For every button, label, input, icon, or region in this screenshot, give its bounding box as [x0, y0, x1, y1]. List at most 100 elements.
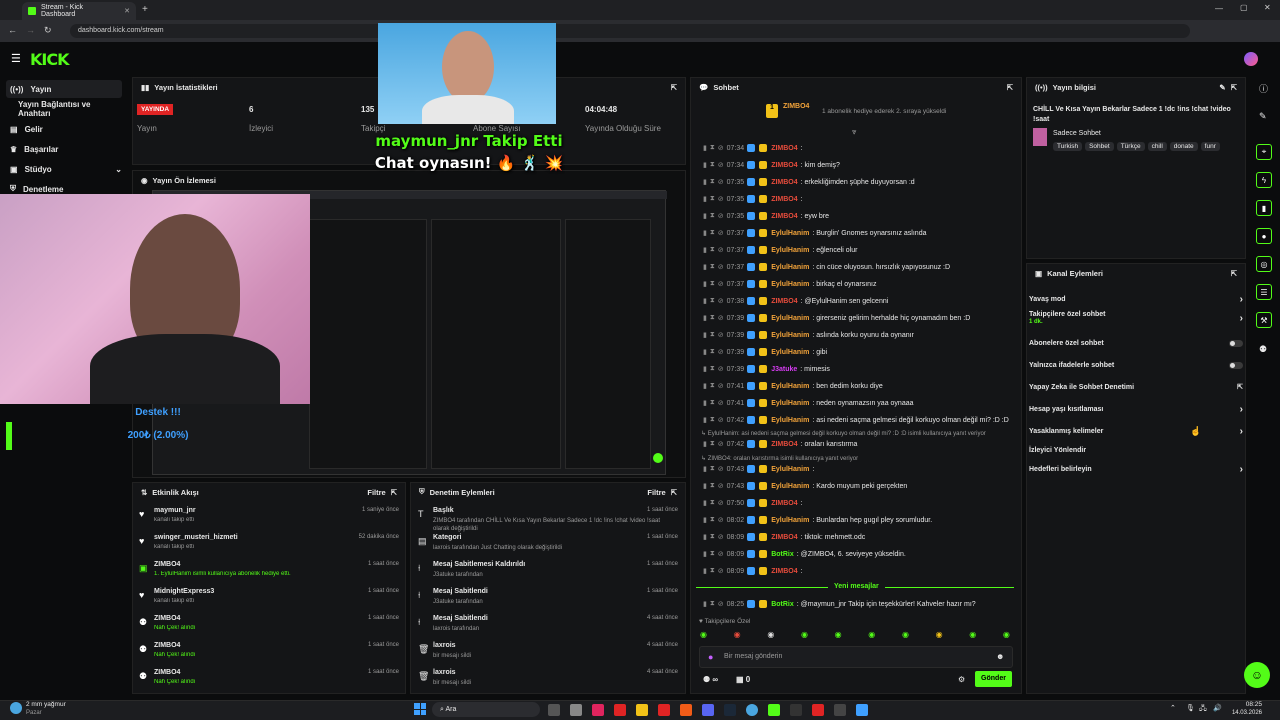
chat-message[interactable]: ▮ ⧗ ⊘ 07:35 ZIMBO4: erkekliğimden şüphe duyu…	[703, 176, 915, 188]
flash-icon[interactable]: ϟ	[1256, 172, 1272, 188]
minimize-icon[interactable]: —	[1215, 4, 1223, 13]
broadcast-icon[interactable]: ◎	[1256, 256, 1272, 272]
chat-message[interactable]: ▮ ⧗ ⊘ 07:42 ZIMBO4: oraları karıstırma	[703, 438, 857, 450]
pin-icon[interactable]: ▮	[703, 440, 707, 448]
pin-icon[interactable]: ▮	[703, 567, 707, 575]
channel-action-item[interactable]: Hesap yaşı kısıtlaması ›	[1029, 402, 1243, 416]
chat-message[interactable]: ▮ ⧗ ⊘ 07:43 EylulHanim: Kardo muyum peki ger…	[703, 480, 907, 492]
ban-icon[interactable]: ⊘	[718, 280, 724, 288]
chevron-down-icon[interactable]: ⩔	[852, 127, 857, 137]
channel-action-item[interactable]: Hedefleri belirleyin ›	[1029, 462, 1243, 476]
activity-item[interactable]: ♥ maymun_jnr kanalı takip etti 1 saniye önc…	[137, 505, 403, 529]
chat-username[interactable]: ZIMBO4	[771, 213, 797, 220]
popout-icon[interactable]: ⇱	[1231, 83, 1237, 92]
popout-icon[interactable]: ⇱	[391, 488, 397, 497]
app-icon[interactable]	[812, 704, 824, 716]
tag[interactable]: Sohbet	[1085, 142, 1114, 151]
filter-button[interactable]: Filtre	[367, 488, 385, 497]
bag-count[interactable]: ▦ 0	[736, 675, 750, 684]
mod-log-item[interactable]: ⍿ Mesaj Sabitlendi laxrois tarafından 4 saa…	[416, 613, 682, 637]
emote-icon[interactable]: ◉	[767, 630, 774, 642]
channel-action-item[interactable]: Yalnızca ifadelerle sohbet	[1029, 358, 1243, 372]
emote-icon[interactable]: ◉	[835, 630, 842, 642]
forward-icon[interactable]: →	[26, 25, 35, 35]
emote-icon[interactable]: ◉	[969, 630, 976, 642]
taskbar-search[interactable]: ⌕ Ara	[432, 702, 540, 717]
epic-icon[interactable]	[790, 704, 802, 716]
chat-username[interactable]: EylulHanim	[771, 483, 809, 490]
pin-icon[interactable]: ▮	[703, 600, 707, 608]
chat-username[interactable]: ZIMBO4	[771, 162, 797, 169]
chat-input[interactable]: ● Bir mesaj gönderin ☻	[699, 646, 1013, 668]
weather-text[interactable]: 2 mm yağmur	[26, 701, 66, 708]
activity-item[interactable]: ⚉ ZIMBO4 Nah Çek! alındı 1 saat önce	[137, 640, 403, 664]
pin-icon[interactable]: ▮	[703, 331, 707, 339]
tag[interactable]: chill	[1147, 142, 1167, 151]
tray-chevron-icon[interactable]: ⌃	[1170, 704, 1176, 712]
sidebar-item-basarilar[interactable]: ♛ Başarılar	[6, 140, 122, 158]
sidebar-item-gelir[interactable]: ▤ Gelir	[6, 120, 122, 138]
chat-message[interactable]: ▮ ⧗ ⊘ 08:09 ZIMBO4:	[703, 565, 803, 577]
timeout-icon[interactable]: ⧗	[710, 161, 715, 169]
send-button[interactable]: Gönder	[975, 671, 1012, 687]
chat-username[interactable]: ZIMBO4	[771, 196, 797, 203]
emoji-icon[interactable]: ☻	[996, 652, 1004, 661]
url-field[interactable]: dashboard.kick.com/stream	[70, 24, 1190, 38]
channel-action-item[interactable]: Yapay Zeka ile Sohbet Denetimi ⇱	[1029, 380, 1243, 394]
chat-message[interactable]: ▮ ⧗ ⊘ 07:37 EylulHanim: Burglin' Gnomes oyna…	[703, 227, 926, 239]
chat-username[interactable]: BotRix	[771, 551, 794, 558]
pin-icon[interactable]: ▮	[703, 365, 707, 373]
ban-icon[interactable]: ⊘	[718, 399, 724, 407]
pin-icon[interactable]: ▮	[703, 144, 707, 152]
pin-icon[interactable]: ▮	[703, 348, 707, 356]
ban-icon[interactable]: ⊘	[718, 440, 724, 448]
mod-log-item[interactable]: 🗑 laxrois bir mesajı sildi 4 saat önce	[416, 640, 682, 664]
mod-log-item[interactable]: 🗑 laxrois bir mesajı sildi 4 saat önce	[416, 667, 682, 691]
microphone-icon[interactable]: 🎙	[1186, 704, 1195, 712]
youtube-icon[interactable]	[658, 704, 670, 716]
pin-icon[interactable]: ▮	[703, 399, 707, 407]
activity-user[interactable]: ZIMBO4	[154, 642, 180, 649]
chat-message[interactable]: ▮ ⧗ ⊘ 07:42 EylulHanim: asi nedeni saçma gel…	[703, 414, 1009, 426]
chat-username[interactable]: EylulHanim	[771, 417, 809, 424]
channel-action-item[interactable]: İzleyici Yönlendir	[1029, 443, 1243, 457]
timeout-icon[interactable]: ⧗	[710, 533, 715, 541]
timeout-icon[interactable]: ⧗	[710, 229, 715, 237]
timeout-icon[interactable]: ⧗	[710, 465, 715, 473]
chat-username[interactable]: ZIMBO4	[771, 145, 797, 152]
clock-time[interactable]: 08:25	[1234, 701, 1262, 708]
chat-message[interactable]: ▮ ⧗ ⊘ 07:43 EylulHanim:	[703, 463, 814, 475]
chat-username[interactable]: ZIMBO4	[771, 179, 797, 186]
ban-icon[interactable]: ⊘	[718, 246, 724, 254]
ban-icon[interactable]: ⊘	[718, 382, 724, 390]
app-icon[interactable]	[768, 704, 780, 716]
activity-item[interactable]: ⚉ ZIMBO4 Nah Çek! alındı 1 saat önce	[137, 613, 403, 637]
chat-message[interactable]: ▮ ⧗ ⊘ 07:39 J3atuke: mimesis	[703, 363, 830, 375]
ban-icon[interactable]: ⊘	[718, 348, 724, 356]
chat-username[interactable]: EylulHanim	[771, 400, 809, 407]
activity-user[interactable]: maymun_jnr	[154, 507, 196, 514]
channel-action-item[interactable]: Yasaklanmış kelimeler ›	[1029, 424, 1243, 438]
layout-icon[interactable]: ☰	[1256, 284, 1272, 300]
channel-action-item[interactable]: Takipçilere özel sohbet 1 dk. ›	[1029, 311, 1243, 325]
activity-item[interactable]: ▣ ZIMBO4 1. EylulHanim isimli kullanıcıya …	[137, 559, 403, 583]
activity-item[interactable]: ♥ MidnightExpress3 kanalı takip etti 1 saat…	[137, 586, 403, 610]
emote-icon[interactable]: ◉	[734, 630, 741, 642]
info-icon[interactable]: ⓘ	[1259, 82, 1268, 95]
timeout-icon[interactable]: ⧗	[710, 246, 715, 254]
help-fab-icon[interactable]: ☺	[1244, 662, 1270, 688]
chat-username[interactable]: EylulHanim	[771, 281, 809, 288]
timeout-icon[interactable]: ⧗	[710, 178, 715, 186]
popout-icon[interactable]: ⇱	[671, 83, 677, 92]
activity-user[interactable]: ZIMBO4	[154, 669, 180, 676]
pin-icon[interactable]: ▮	[703, 314, 707, 322]
timeout-icon[interactable]: ⧗	[710, 144, 715, 152]
ban-icon[interactable]: ⊘	[718, 365, 724, 373]
chat-username[interactable]: J3atuke	[771, 366, 797, 373]
raid-icon[interactable]: ⌖	[1256, 144, 1272, 160]
timeout-icon[interactable]: ⧗	[710, 600, 715, 608]
timeout-icon[interactable]: ⧗	[710, 416, 715, 424]
chat-message[interactable]: ▮ ⧗ ⊘ 08:02 EylulHanim: Bunlardan hep gugıl …	[703, 514, 932, 526]
ban-icon[interactable]: ⊘	[718, 195, 724, 203]
emote-icon[interactable]: ◉	[868, 630, 875, 642]
